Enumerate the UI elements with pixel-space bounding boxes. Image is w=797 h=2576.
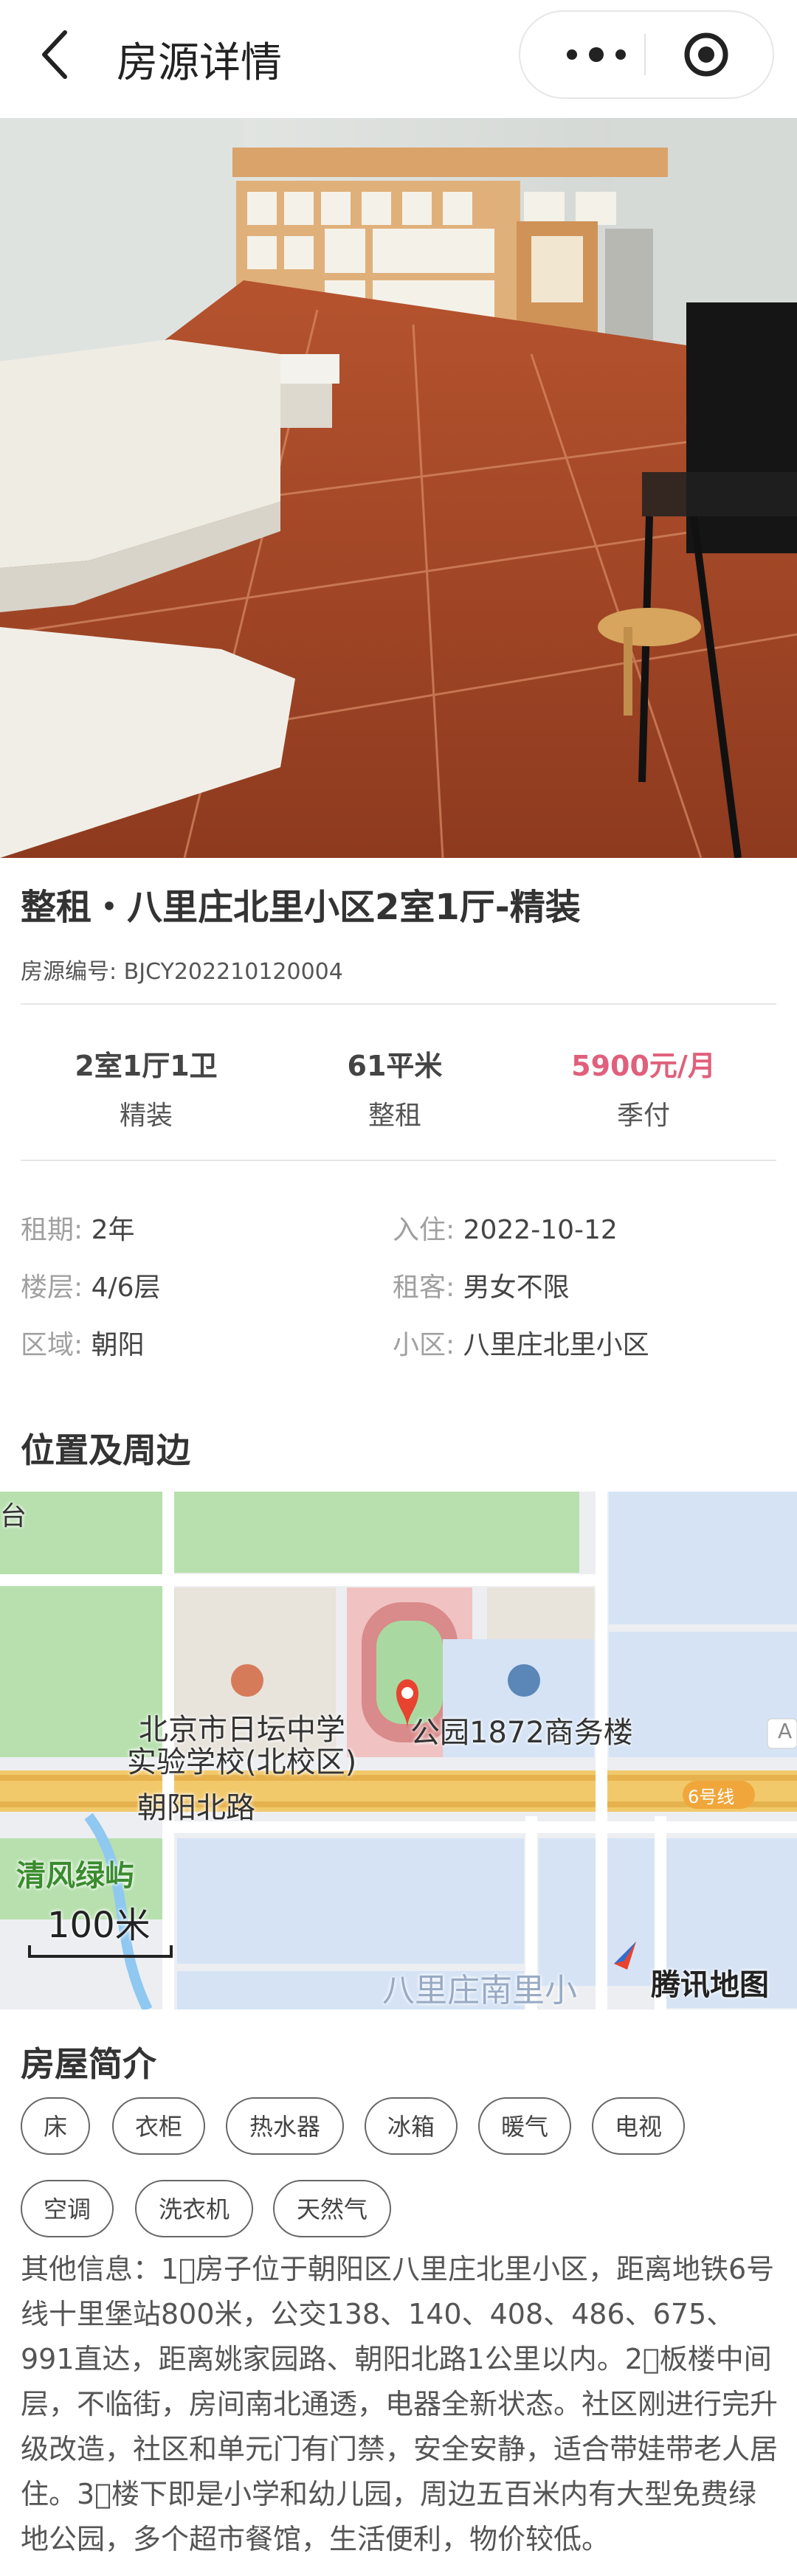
detail-key: 租客: xyxy=(393,1273,455,1303)
detail-key: 区域: xyxy=(21,1330,83,1360)
detail-tenant: 租客: 男女不限 xyxy=(393,1266,570,1304)
listing-title: 整租・八里庄北里小区2室1厅-精装 xyxy=(21,887,581,928)
page-title: 房源详情 xyxy=(117,39,282,87)
stat-label: 精装 xyxy=(119,1101,173,1131)
divider xyxy=(21,1003,776,1005)
map-label-school-campus: 实验学校(北校区) xyxy=(127,1745,357,1779)
location-section-title: 位置及周边 xyxy=(21,1430,190,1470)
map-label-park: 清风绿屿 xyxy=(16,1859,134,1893)
detail-floor: 楼层: 4/6层 xyxy=(21,1266,161,1304)
price-value: 5900元/月 xyxy=(571,1050,716,1082)
map-label-south: 八里庄南里小 xyxy=(382,1972,577,2009)
detail-value: 男女不限 xyxy=(463,1273,570,1303)
detail-move-in: 入住: 2022-10-12 xyxy=(393,1208,618,1247)
map-label-edge-right: A xyxy=(778,1719,793,1743)
map-label-edge-left: 台 xyxy=(0,1501,27,1531)
stat-price: 5900元/月 季付 xyxy=(533,1043,754,1132)
map-brand: 腾讯地图 xyxy=(651,1968,769,2002)
amenity-tag: 衣柜 xyxy=(112,2097,205,2155)
house-photo-carousel[interactable] xyxy=(0,118,797,858)
stat-label: 整租 xyxy=(368,1101,421,1131)
map-label-road: 朝阳北路 xyxy=(137,1791,255,1825)
listing-code: 房源编号: BJCY202210120004 xyxy=(21,959,343,985)
detail-value: 朝阳 xyxy=(91,1330,145,1360)
detail-key: 入住: xyxy=(393,1215,455,1245)
stat-value: 61平米 xyxy=(347,1050,443,1082)
detail-area: 区域: 朝阳 xyxy=(21,1323,145,1362)
amenity-tag: 空调 xyxy=(21,2180,114,2237)
detail-community: 小区: 八里庄北里小区 xyxy=(393,1323,649,1362)
amenity-tag: 热水器 xyxy=(226,2097,344,2155)
detail-key: 租期: xyxy=(21,1215,83,1245)
stat-value: 2室1厅1卫 xyxy=(75,1050,218,1082)
metro-line-badge: 6号线 xyxy=(688,1787,735,1807)
amenity-tag: 电视 xyxy=(592,2097,685,2155)
amenity-tag: 床 xyxy=(21,2097,90,2155)
amenity-tag: 天然气 xyxy=(273,2180,391,2237)
nav-bar: 房源详情 xyxy=(0,0,797,118)
house-description: 其他信息：1⃣房子位于朝阳区八里庄北里小区，距离地铁6号线十里堡站800米，公交… xyxy=(21,2253,779,2555)
map-scale-label: 100米 xyxy=(47,1905,151,1946)
amenity-tag: 冰箱 xyxy=(365,2097,458,2155)
detail-key: 小区: xyxy=(393,1330,455,1360)
detail-value: 八里庄北里小区 xyxy=(463,1330,649,1360)
back-arrow-icon[interactable] xyxy=(35,28,77,81)
detail-value: 2年 xyxy=(91,1215,135,1245)
amenity-tags: 床 衣柜 热水器 冰箱 暖气 电视 空调 洗衣机 天然气 xyxy=(21,2097,781,2245)
detail-lease: 租期: 2年 xyxy=(21,1208,135,1247)
detail-value: 2022-10-12 xyxy=(463,1215,618,1245)
location-map[interactable]: 北京市日坛中学 实验学校(北校区) 公园1872商务楼 朝阳北路 清风绿屿 10… xyxy=(0,1492,797,2009)
intro-section-title: 房屋简介 xyxy=(21,2044,156,2084)
stat-size: 61平米 整租 xyxy=(284,1043,506,1132)
map-label-building: 公园1872商务楼 xyxy=(410,1716,633,1750)
more-dots-icon[interactable] xyxy=(556,37,637,72)
stat-label: 季付 xyxy=(616,1101,670,1131)
detail-value: 4/6层 xyxy=(91,1273,161,1303)
amenity-tag: 暖气 xyxy=(478,2097,571,2155)
amenity-tag: 洗衣机 xyxy=(135,2180,253,2237)
mini-program-capsule xyxy=(519,10,774,99)
detail-key: 楼层: xyxy=(21,1273,83,1303)
house-photo xyxy=(0,118,797,858)
capsule-divider xyxy=(644,34,646,75)
divider xyxy=(21,1160,776,1161)
target-icon[interactable] xyxy=(683,31,730,78)
stat-layout: 2室1厅1卫 精装 xyxy=(35,1043,257,1132)
